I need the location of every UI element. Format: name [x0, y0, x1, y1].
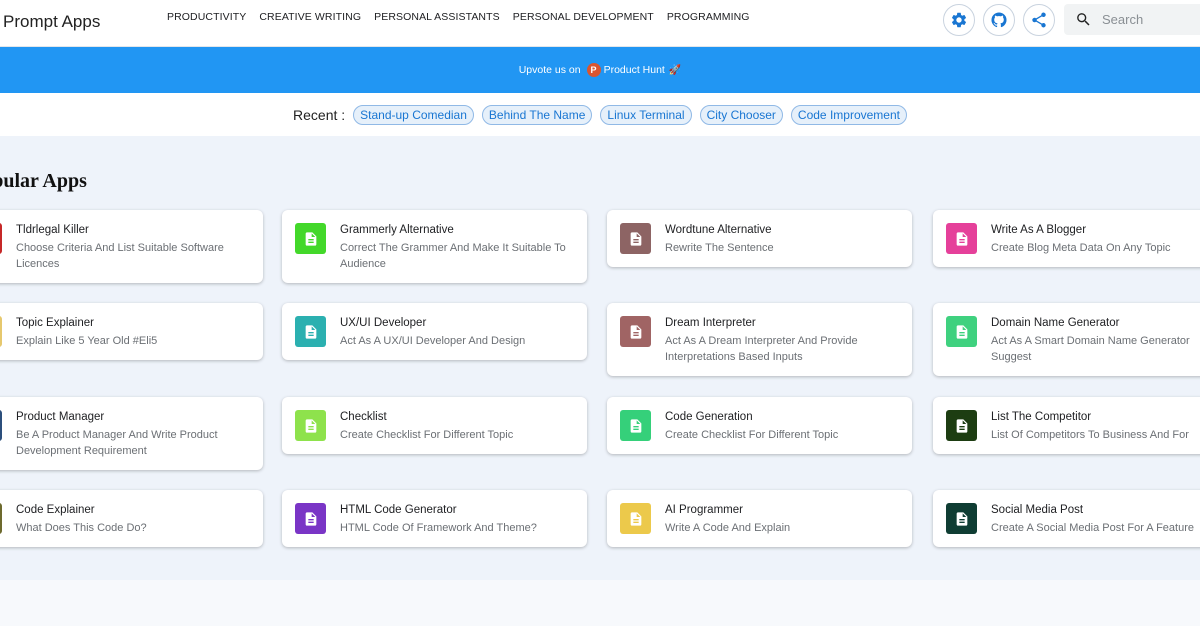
app-card-title: Social Media Post [991, 504, 1084, 516]
app-card[interactable]: Product Manager Be A Product Manager And … [0, 397, 263, 470]
app-card-title: Tldrlegal Killer [16, 224, 89, 236]
app-card-description: What Does This Code Do? [16, 522, 147, 534]
app-card-description: Act As A UX/UI Developer And Design [340, 335, 526, 347]
product-hunt-logo-icon: P [586, 63, 601, 77]
app-card[interactable]: Social Media Post Create A Social Media P… [933, 490, 1200, 547]
recent-chip[interactable]: City Chooser [699, 104, 783, 125]
settings-button[interactable] [943, 4, 975, 36]
github-icon [991, 12, 1007, 28]
app-card-description: Create Blog Meta Data On Any Topic [991, 242, 1171, 254]
document-icon [620, 223, 651, 254]
search-box [1064, 4, 1200, 35]
app-card-title: HTML Code Generator [340, 504, 457, 516]
share-icon [1032, 12, 1046, 28]
app-card-description: Act As A Dream Interpreter And Provide I… [665, 335, 858, 363]
app-card[interactable]: Code Generation Create Checklist For Diff… [607, 397, 912, 454]
app-card-title: Domain Name Generator [991, 317, 1120, 329]
app-card[interactable]: UX/UI Developer Act As A UX/UI Developer … [282, 303, 587, 360]
app-card[interactable]: Tldrlegal Killer Choose Criteria And List… [0, 210, 263, 283]
search-icon [1077, 13, 1090, 26]
app-card-description: Write A Code And Explain [665, 522, 791, 534]
document-icon [946, 503, 977, 534]
app-card-description: Act As A Smart Domain Name Generator Sug… [991, 335, 1190, 363]
document-icon [946, 410, 977, 441]
document-icon [295, 503, 326, 534]
section-title: Popular Apps [0, 170, 87, 192]
app-card[interactable]: Dream Interpreter Act As A Dream Interpre… [607, 303, 912, 376]
recent-chip[interactable]: Linux Terminal [600, 104, 692, 125]
app-card-description: Rewrite The Sentence [665, 242, 774, 254]
app-card[interactable]: Domain Name Generator Act As A Smart Doma… [933, 303, 1200, 376]
document-icon [295, 223, 326, 254]
top-app-bar: Prompt Apps PRODUCTIVITY CREATIVE WRITIN… [0, 0, 1200, 47]
app-card[interactable]: Grammerly Alternative Correct The Grammer… [282, 210, 587, 283]
product-hunt-banner: Upvote us on P Product Hunt 🚀 [0, 47, 1200, 93]
github-button[interactable] [983, 4, 1015, 36]
document-icon [0, 316, 2, 347]
document-icon [620, 410, 651, 441]
nav-personal-assistants[interactable]: PERSONAL ASSISTANTS [374, 11, 500, 23]
document-icon [0, 410, 2, 441]
app-card-title: Dream Interpreter [665, 317, 756, 329]
app-card-description: Correct The Grammer And Make It Suitable… [340, 242, 566, 270]
app-card-title: Grammerly Alternative [340, 224, 454, 236]
document-icon [0, 503, 2, 534]
main-nav: PRODUCTIVITY CREATIVE WRITING PERSONAL A… [167, 11, 750, 23]
app-card-description: Choose Criteria And List Suitable Softwa… [16, 242, 224, 270]
recent-chip[interactable]: Code Improvement [790, 104, 907, 125]
share-button[interactable] [1023, 4, 1055, 36]
app-card-description: List Of Competitors To Business And For [991, 429, 1189, 441]
product-hunt-link[interactable]: Product Hunt [604, 64, 665, 76]
app-card-title: Product Manager [16, 411, 105, 423]
app-card-description: Explain Like 5 Year Old #Eli5 [16, 335, 158, 347]
app-card-title: Wordtune Alternative [665, 224, 772, 236]
app-card-title: Code Explainer [16, 504, 95, 516]
rocket-icon: 🚀 [668, 64, 682, 76]
banner-text: Upvote us on [518, 64, 581, 76]
document-icon [620, 316, 651, 347]
app-card[interactable]: AI Programmer Write A Code And Explain [607, 490, 912, 547]
app-card-description: Create Checklist For Different Topic [340, 429, 514, 441]
app-card[interactable]: Wordtune Alternative Rewrite The Sentence [607, 210, 912, 267]
document-icon [295, 316, 326, 347]
app-card-description: Create A Social Media Post For A Feature [991, 522, 1194, 534]
document-icon [0, 223, 2, 254]
app-card[interactable]: Topic Explainer Explain Like 5 Year Old #… [0, 303, 263, 360]
app-card-title: Code Generation [665, 411, 753, 423]
nav-productivity[interactable]: PRODUCTIVITY [167, 11, 246, 23]
app-card-description: Create Checklist For Different Topic [665, 429, 839, 441]
recent-chip[interactable]: Stand-up Comedian [353, 104, 474, 125]
app-card-description: HTML Code Of Framework And Theme? [340, 522, 537, 534]
nav-personal-development[interactable]: PERSONAL DEVELOPMENT [513, 11, 654, 23]
app-card-description: Be A Product Manager And Write Product D… [16, 429, 218, 457]
document-icon [620, 503, 651, 534]
app-card-title: UX/UI Developer [340, 317, 427, 329]
recent-chip[interactable]: Behind The Name [481, 104, 593, 125]
app-card[interactable]: Write As A Blogger Create Blog Meta Data … [933, 210, 1200, 267]
app-card[interactable]: Checklist Create Checklist For Different … [282, 397, 587, 454]
recent-label: Recent : [293, 106, 346, 123]
gear-icon [951, 12, 967, 28]
nav-programming[interactable]: PROGRAMMING [667, 11, 750, 23]
app-card-title: Write As A Blogger [991, 224, 1087, 236]
app-card-title: AI Programmer [665, 504, 743, 516]
app-card[interactable]: HTML Code Generator HTML Code Of Framewor… [282, 490, 587, 547]
search-input[interactable] [1100, 11, 1199, 28]
document-icon [295, 410, 326, 441]
nav-creative-writing[interactable]: CREATIVE WRITING [259, 11, 361, 23]
app-card-title: Checklist [340, 411, 387, 423]
document-icon [946, 316, 977, 347]
recent-bar: Recent : Stand-up Comedian Behind The Na… [0, 93, 1200, 136]
app-card-title: List The Competitor [991, 411, 1092, 423]
app-card-title: Topic Explainer [16, 317, 94, 329]
brand-title[interactable]: Prompt Apps [3, 12, 100, 32]
app-card[interactable]: List The Competitor List Of Competitors T… [933, 397, 1200, 454]
document-icon [946, 223, 977, 254]
app-card[interactable]: Code Explainer What Does This Code Do? [0, 490, 263, 547]
